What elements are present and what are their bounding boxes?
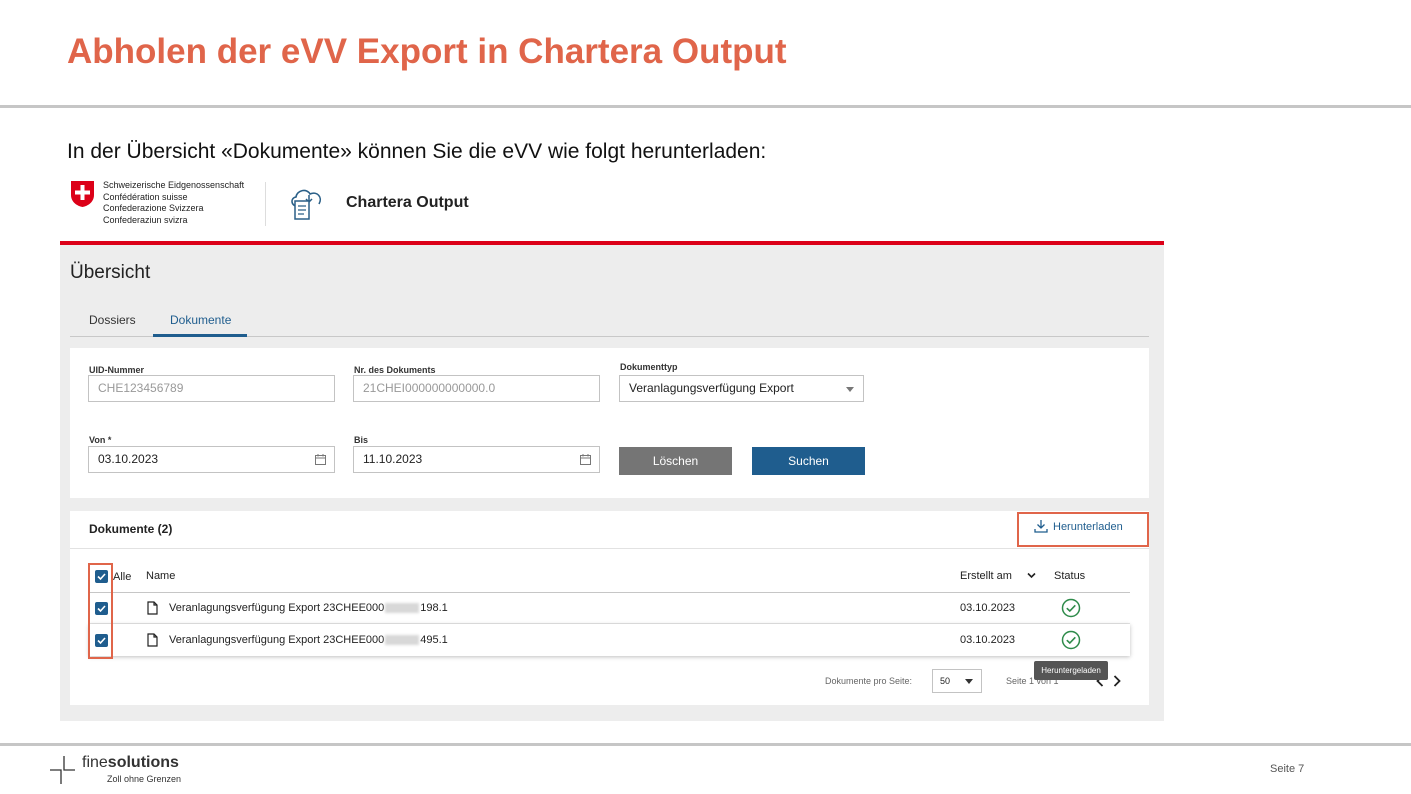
app-name: Chartera Output <box>346 194 469 211</box>
logo-tagline: Zoll ohne Grenzen <box>107 774 182 784</box>
bis-date-input[interactable]: 11.10.2023 <box>353 446 600 473</box>
filter-card <box>70 348 1149 498</box>
column-created[interactable]: Erstellt am <box>960 570 1012 582</box>
chevron-down-icon <box>965 679 973 684</box>
redacted-segment <box>385 635 420 646</box>
per-page-value: 50 <box>940 676 951 686</box>
per-page-select[interactable]: 50 <box>932 669 982 693</box>
header-divider <box>265 182 266 226</box>
table-header-divider <box>89 592 1130 593</box>
row-1-created: 03.10.2023 <box>960 602 1016 614</box>
documents-title: Dokumente (2) <box>89 522 173 536</box>
checkbox-highlight <box>88 563 113 659</box>
chevron-down-icon <box>846 387 854 392</box>
uid-input[interactable]: CHE123456789 <box>88 375 335 402</box>
check-circle-icon <box>1061 630 1081 650</box>
row-1-name-prefix: Veranlagungsverfügung Export 23CHEE000 <box>169 602 385 614</box>
sort-chevron-icon[interactable] <box>1027 572 1036 579</box>
bis-date-value: 11.10.2023 <box>363 452 423 466</box>
von-date-value: 03.10.2023 <box>98 452 159 466</box>
status-tooltip: Heruntergeladen <box>1034 661 1108 680</box>
von-label: Von * <box>89 435 112 445</box>
gov-line-de: Schweizerische Eidgenossenschaft <box>103 180 245 190</box>
uid-label: UID-Nummer <box>89 365 145 375</box>
swiss-cross-icon <box>71 181 94 207</box>
check-circle-icon <box>1061 598 1081 618</box>
tab-dossiers[interactable]: Dossiers <box>89 313 136 327</box>
intro-text: In der Übersicht «Dokumente» können Sie … <box>67 140 767 163</box>
government-names: Schweizerische Eidgenossenschaft Confédé… <box>103 180 244 226</box>
logo-word-regular: fine <box>82 754 108 771</box>
title-divider <box>0 105 1411 108</box>
row-2-created: 03.10.2023 <box>960 634 1016 646</box>
bis-label: Bis <box>354 435 369 445</box>
redacted-segment <box>385 603 420 614</box>
row-1-name[interactable]: Veranlagungsverfügung Export 23CHEE000 19… <box>169 602 448 614</box>
gov-line-fr: Confédération suisse <box>103 191 188 202</box>
gov-line-rm: Confederaziun svizra <box>103 214 188 225</box>
doc-type-value: Veranlagungsverfügung Export <box>629 381 794 395</box>
finesolutions-logo-mark-icon <box>50 756 75 784</box>
logo-word-bold: solutions <box>107 754 179 771</box>
doc-type-label: Dokumenttyp <box>620 362 678 372</box>
documents-divider <box>70 548 1149 549</box>
finesolutions-logo: finesolutions <box>82 754 179 772</box>
tab-dokumente[interactable]: Dokumente <box>170 313 231 327</box>
active-tab-indicator <box>153 334 247 337</box>
file-icon <box>147 601 158 615</box>
row-1-name-suffix: 198.1 <box>420 602 448 614</box>
doc-type-select[interactable]: Veranlagungsverfügung Export <box>619 375 864 402</box>
search-button[interactable]: Suchen <box>752 447 865 475</box>
per-page-label: Dokumente pro Seite: <box>825 676 913 686</box>
slide-title: Abholen der eVV Export in Chartera Outpu… <box>67 32 787 71</box>
row-2-name-prefix: Veranlagungsverfügung Export 23CHEE000 <box>169 634 385 646</box>
chevron-right-icon[interactable] <box>1112 674 1122 688</box>
cloud-document-icon <box>291 189 322 220</box>
row-2-name-suffix: 495.1 <box>420 634 448 646</box>
page-title: Übersicht <box>70 262 151 283</box>
gov-line-it: Confederazione Svizzera <box>103 203 204 213</box>
doc-number-label: Nr. des Dokuments <box>354 365 436 375</box>
column-alle: Alle <box>113 571 132 583</box>
download-button[interactable]: Herunterladen <box>1053 521 1123 533</box>
page-number: Seite 7 <box>1270 763 1305 775</box>
calendar-icon[interactable] <box>580 454 591 465</box>
doc-number-input[interactable]: 21CHEI000000000000.0 <box>353 375 600 402</box>
column-name[interactable]: Name <box>146 570 175 582</box>
swiss-government-logo: Schweizerische Eidgenossenschaft Confédé… <box>70 180 266 226</box>
download-icon[interactable] <box>1034 519 1048 533</box>
von-date-input[interactable]: 03.10.2023 <box>88 446 335 473</box>
footer-divider <box>0 743 1411 746</box>
row-2-name[interactable]: Veranlagungsverfügung Export 23CHEE000 49… <box>169 634 448 646</box>
column-status: Status <box>1054 570 1086 582</box>
clear-button[interactable]: Löschen <box>619 447 732 475</box>
calendar-icon[interactable] <box>315 454 326 465</box>
file-icon <box>147 633 158 647</box>
